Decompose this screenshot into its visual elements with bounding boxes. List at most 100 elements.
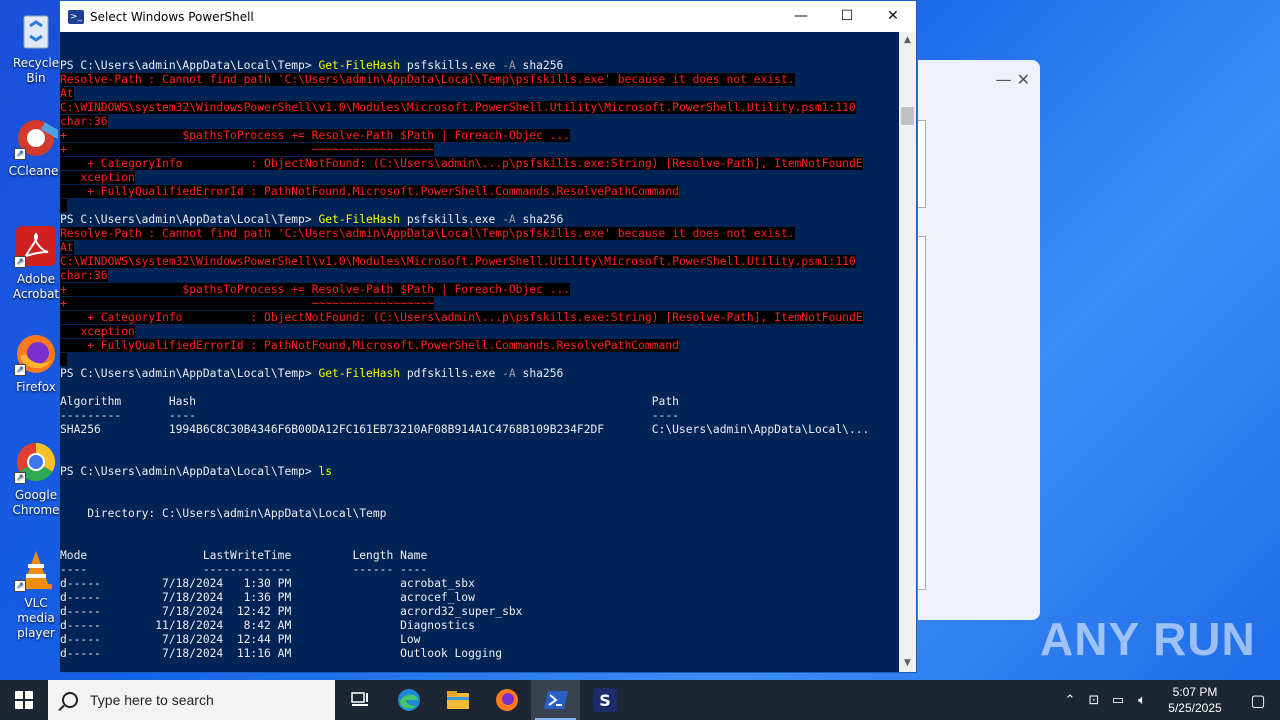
console-output-line: Algorithm Hash Path [60,395,679,408]
console-line: --------- ---- ---- [60,409,900,423]
console-cmd: ls [318,465,333,478]
console-output-line: d----- 7/18/2024 12:42 PM acrord32_super… [60,605,523,618]
console-prompt: PS C:\Users\admin\AppData\Local\Temp> [60,213,319,226]
console-error-line: C:\WINDOWS\system32\WindowsPowerShell\v1… [60,255,856,268]
taskbar-powershell[interactable] [531,680,580,720]
console-line: + $pathsToProcess += Resolve-Path $Path … [60,283,900,297]
taskbar-app-s[interactable]: S [580,680,629,720]
console-error-line: + FullyQualifiedErrorId : PathNotFound,M… [60,339,679,352]
console-error-line: Resolve-Path : Cannot find path 'C:\User… [60,73,795,86]
console-output-line: Directory: C:\Users\admin\AppData\Local\… [60,507,387,520]
search-icon [62,692,78,708]
console-line: C:\WINDOWS\system32\WindowsPowerShell\v1… [60,101,900,115]
clock-date: 5/25/2025 [1168,701,1222,715]
clock-time: 5:07 PM [1172,685,1218,699]
task-view-button[interactable] [335,680,384,720]
vertical-scrollbar[interactable]: ▲ ▼ [899,32,916,672]
vlc-icon: ↗ [14,548,58,592]
edge-icon [397,689,420,711]
console-output-line: d----- 7/18/2024 1:36 PM acrocef_low [60,591,475,604]
console-error-line: char:36 [60,269,108,282]
console-line: Algorithm Hash Path [60,395,900,409]
console-line: + CategoryInfo : ObjectNotFound: (C:\Use… [60,157,900,171]
chrome-icon: ↗ [14,440,58,484]
console-cmd: Get-FileHash [318,59,401,72]
console-param: -A [502,59,516,72]
console-line: d----- 7/18/2024 1:36 PM acrocef_low [60,591,900,605]
maximize-button[interactable]: ☐ [824,1,870,32]
ccleaner-icon: ↗ [14,116,63,160]
start-button[interactable] [0,680,48,720]
minimize-button[interactable]: — [778,1,824,32]
system-tray: ⌃ ⊡ ▭ 🔈︎ 5:07 PM 5/25/2025 ▢ [1058,680,1280,720]
console-output-line: --------- ---- ---- [60,409,679,422]
console-line [60,353,900,367]
console-output-line: Mode LastWriteTime Length Name [60,549,428,562]
search-placeholder: Type here to search [90,692,214,708]
shortcut-arrow-icon: ↗ [14,256,26,268]
app-s-icon: S [592,688,617,712]
console-error-line [60,199,67,212]
console-output[interactable]: PS C:\Users\admin\AppData\Local\Temp> Ge… [60,32,900,672]
console-prompt-line: PS C:\Users\admin\AppData\Local\Temp> ls [60,465,900,479]
task-view-icon [350,692,368,706]
background-dialog-panel [918,120,926,208]
firefox-icon [495,689,518,711]
chevron-up-icon[interactable]: ⌃ [1058,693,1082,708]
shortcut-arrow-icon: ↗ [14,580,26,592]
shortcut-arrow-icon: ↗ [14,148,26,160]
console-prompt: PS C:\Users\admin\AppData\Local\Temp> [60,367,319,380]
console-line: C:\WINDOWS\system32\WindowsPowerShell\v1… [60,255,900,269]
console-line: + $pathsToProcess += Resolve-Path $Path … [60,129,900,143]
console-line: d----- 7/18/2024 1:30 PM acrobat_sbx [60,577,900,591]
console-line: d----- 7/18/2024 12:42 PM acrord32_super… [60,605,900,619]
console-output-line: d----- 7/18/2024 11:16 AM Outlook Loggin… [60,647,503,660]
taskbar: Type here to search S ⌃ ⊡ ▭ 🔈︎ 5:07 PM 5… [0,680,1280,720]
anyrun-watermark: ANY RUN [1040,613,1256,665]
device-icon[interactable]: ⊡ [1082,693,1106,708]
window-titlebar[interactable]: >_ Select Windows PowerShell — ☐ ✕ [60,1,916,32]
console-error-line: + $pathsToProcess += Resolve-Path $Path … [60,129,571,142]
console-line: At [60,87,900,101]
taskbar-edge[interactable] [384,680,433,720]
taskbar-search-box[interactable]: Type here to search [48,680,335,720]
scroll-down-icon[interactable]: ▼ [899,655,916,672]
console-line: + FullyQualifiedErrorId : PathNotFound,M… [60,339,900,353]
taskbar-file-explorer[interactable] [433,680,482,720]
console-rest: sha256 [515,59,564,72]
console-rest: sha256 [515,367,564,380]
console-error-line: + ~~~~~~~~~~~~~~~~~~ [60,143,435,156]
volume-icon[interactable]: 🔈︎ [1130,693,1154,708]
close-button[interactable]: ✕ [870,1,916,32]
svg-text:S: S [599,691,611,710]
scroll-thumb[interactable] [901,107,914,125]
windows-logo-icon [15,691,33,709]
desktop-icon-label: Adobe Acrobat [12,272,60,301]
console-error-line: C:\WINDOWS\system32\WindowsPowerShell\v1… [60,101,856,114]
console-error-line: Resolve-Path : Cannot find path 'C:\User… [60,227,795,240]
scroll-up-icon[interactable]: ▲ [899,32,916,49]
console-cmd: Get-FileHash [318,213,401,226]
console-error-line [60,353,67,366]
console-error-line: + CategoryInfo : ObjectNotFound: (C:\Use… [60,311,863,324]
console-prompt-line: PS C:\Users\admin\AppData\Local\Temp> Ge… [60,59,900,73]
network-icon[interactable]: ▭ [1106,693,1130,708]
firefox-icon: ↗ [14,332,58,376]
powershell-window[interactable]: >_ Select Windows PowerShell — ☐ ✕ PS C:… [59,0,917,673]
console-error-line: + CategoryInfo : ObjectNotFound: (C:\Use… [60,157,863,170]
taskbar-firefox[interactable] [482,680,531,720]
console-error-line: xception [60,171,135,184]
background-dialog-controls[interactable]: — ✕ [996,70,1031,89]
window-title: Select Windows PowerShell [90,9,254,24]
console-line: char:36 [60,115,900,129]
powershell-icon [543,691,568,709]
console-line: d----- 7/18/2024 11:16 AM Outlook Loggin… [60,647,900,661]
console-param: -A [502,213,516,226]
taskbar-clock[interactable]: 5:07 PM 5/25/2025 [1154,684,1236,716]
notifications-icon[interactable]: ▢ [1236,691,1280,710]
adobe-acrobat-icon: ↗ [14,224,58,268]
